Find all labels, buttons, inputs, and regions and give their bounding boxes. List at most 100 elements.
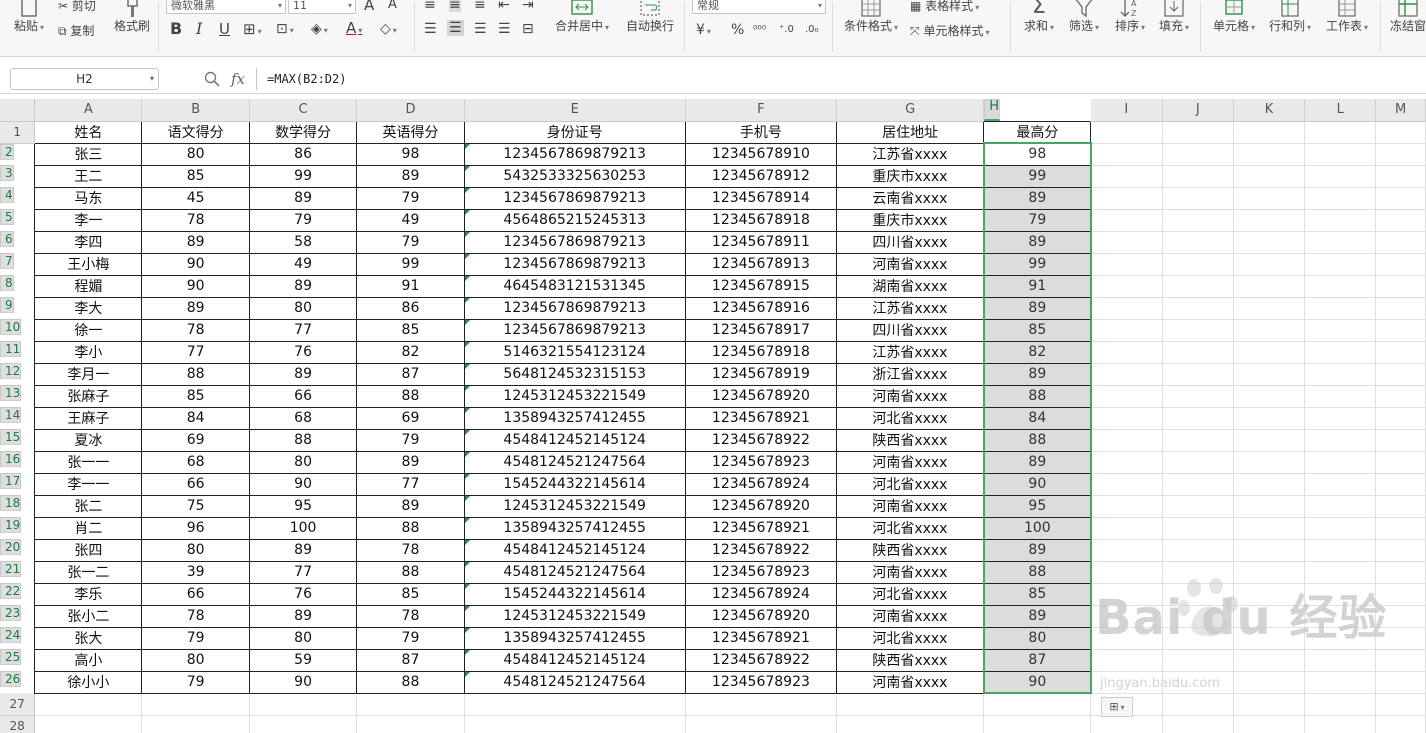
data-cell[interactable]: 张二	[34, 494, 143, 518]
empty-cell[interactable]	[1233, 715, 1306, 733]
data-cell[interactable]: 86	[248, 142, 358, 166]
empty-cell[interactable]	[1233, 451, 1306, 474]
empty-cell[interactable]	[1162, 517, 1234, 540]
data-cell[interactable]: 79	[356, 230, 465, 254]
data-cell[interactable]: 李乐	[34, 582, 143, 606]
data-cell[interactable]: 徐一	[34, 318, 143, 342]
data-cell[interactable]: 1245312453221549	[463, 384, 686, 408]
data-cell[interactable]: 李大	[34, 296, 143, 320]
row-header[interactable]: 28	[0, 715, 36, 733]
empty-cell[interactable]	[1304, 297, 1377, 320]
empty-cell[interactable]	[1090, 473, 1163, 496]
row-header[interactable]: 15	[0, 429, 22, 445]
max-score-cell[interactable]: 99	[982, 164, 1092, 188]
max-score-cell[interactable]: 100	[982, 516, 1092, 540]
data-cell[interactable]: 王小梅	[34, 252, 143, 276]
empty-cell[interactable]	[1090, 451, 1163, 474]
row-header[interactable]: 1	[0, 121, 36, 144]
align-bottom-button[interactable]: ≡	[474, 0, 486, 12]
thousands-button[interactable]: ⁰⁰⁰	[753, 23, 766, 37]
empty-cell[interactable]	[983, 715, 1092, 733]
empty-cell[interactable]	[1304, 275, 1377, 298]
data-cell[interactable]: 12345678920	[684, 384, 838, 408]
data-cell[interactable]: 89	[141, 296, 250, 320]
align-top-button[interactable]: ≡	[424, 0, 436, 12]
data-cell[interactable]: 江苏省xxxx	[836, 142, 985, 166]
empty-cell[interactable]	[1090, 121, 1163, 144]
data-cell[interactable]: 河北省xxxx	[836, 472, 985, 496]
decrease-decimal-button[interactable]: .0₀	[805, 23, 819, 37]
empty-cell[interactable]	[1375, 253, 1426, 276]
empty-cell[interactable]	[1162, 231, 1234, 254]
data-cell[interactable]: 12345678920	[684, 604, 838, 628]
data-cell[interactable]: 12345678913	[684, 252, 838, 276]
data-cell[interactable]: 78	[141, 318, 250, 342]
data-cell[interactable]: 78	[141, 208, 250, 232]
column-header-d[interactable]: D	[356, 99, 465, 122]
empty-cell[interactable]	[1375, 715, 1426, 733]
empty-cell[interactable]	[1162, 297, 1234, 320]
empty-cell[interactable]	[1090, 319, 1163, 342]
column-header-l[interactable]: L	[1304, 99, 1377, 122]
data-cell[interactable]: 陕西省xxxx	[836, 538, 985, 562]
empty-cell[interactable]	[1375, 495, 1426, 518]
empty-cell[interactable]	[1162, 407, 1234, 430]
empty-cell[interactable]	[1233, 517, 1306, 540]
data-cell[interactable]: 58	[248, 230, 358, 254]
data-cell[interactable]: 80	[248, 626, 358, 650]
data-cell[interactable]: 78	[141, 604, 250, 628]
table-style-button[interactable]: ▦ 表格样式 ▾	[910, 0, 979, 15]
data-cell[interactable]: 12345678910	[684, 142, 838, 166]
empty-cell[interactable]	[1233, 539, 1306, 562]
data-cell[interactable]: 59	[248, 648, 358, 672]
empty-cell[interactable]	[1162, 495, 1234, 518]
data-cell[interactable]: 李小	[34, 340, 143, 364]
data-cell[interactable]: 85	[356, 318, 465, 342]
copy-button[interactable]: ⧉ 复制	[58, 24, 94, 38]
row-header[interactable]: 19	[0, 517, 22, 533]
data-cell[interactable]: 80	[248, 296, 358, 320]
insert-function-button[interactable]: fx	[231, 68, 245, 90]
indent-increase-button[interactable]: ⇥	[522, 0, 534, 12]
row-header[interactable]: 18	[0, 495, 22, 511]
empty-cell[interactable]	[1375, 363, 1426, 386]
empty-cell[interactable]	[1162, 363, 1234, 386]
data-cell[interactable]: 1358943257412455	[463, 406, 686, 430]
empty-cell[interactable]	[983, 693, 1092, 716]
empty-cell[interactable]	[1304, 495, 1377, 518]
empty-cell[interactable]	[1162, 385, 1234, 408]
data-cell[interactable]: 张小二	[34, 604, 143, 628]
data-cell[interactable]: 肖二	[34, 516, 143, 540]
data-cell[interactable]: 张四	[34, 538, 143, 562]
row-header[interactable]: 16	[0, 451, 22, 467]
data-cell[interactable]: 王二	[34, 164, 143, 188]
data-cell[interactable]: 张一二	[34, 560, 143, 584]
data-cell[interactable]: 84	[141, 406, 250, 430]
data-cell[interactable]: 66	[141, 582, 250, 606]
empty-cell[interactable]	[1375, 517, 1426, 540]
data-cell[interactable]: 100	[248, 516, 358, 540]
empty-cell[interactable]	[1233, 429, 1306, 452]
data-cell[interactable]: 4548124521247564	[463, 670, 686, 694]
data-cell[interactable]: 79	[248, 208, 358, 232]
empty-cell[interactable]	[1375, 297, 1426, 320]
column-header-b[interactable]: B	[141, 99, 250, 122]
data-cell[interactable]: 李四	[34, 230, 143, 254]
zoom-icon[interactable]	[204, 71, 220, 87]
sum-button[interactable]: Σ 求和 ▾	[1020, 0, 1058, 36]
data-cell[interactable]: 1234567869879213	[463, 296, 686, 320]
column-header-c[interactable]: C	[249, 99, 358, 122]
empty-cell[interactable]	[1304, 187, 1377, 210]
data-cell[interactable]: 98	[356, 142, 465, 166]
data-cell[interactable]: 河北省xxxx	[836, 582, 985, 606]
empty-cell[interactable]	[1233, 495, 1306, 518]
data-cell[interactable]: 河南省xxxx	[836, 670, 985, 694]
data-cell[interactable]: 1245312453221549	[463, 494, 686, 518]
data-cell[interactable]: 87	[356, 362, 465, 386]
data-cell[interactable]: 12345678918	[684, 208, 838, 232]
freeze-pane-button[interactable]: 冻结窗	[1386, 0, 1426, 34]
empty-cell[interactable]	[1162, 121, 1234, 144]
empty-cell[interactable]	[1233, 473, 1306, 496]
data-cell[interactable]: 河北省xxxx	[836, 406, 985, 430]
data-cell[interactable]: 程媚	[34, 274, 143, 298]
